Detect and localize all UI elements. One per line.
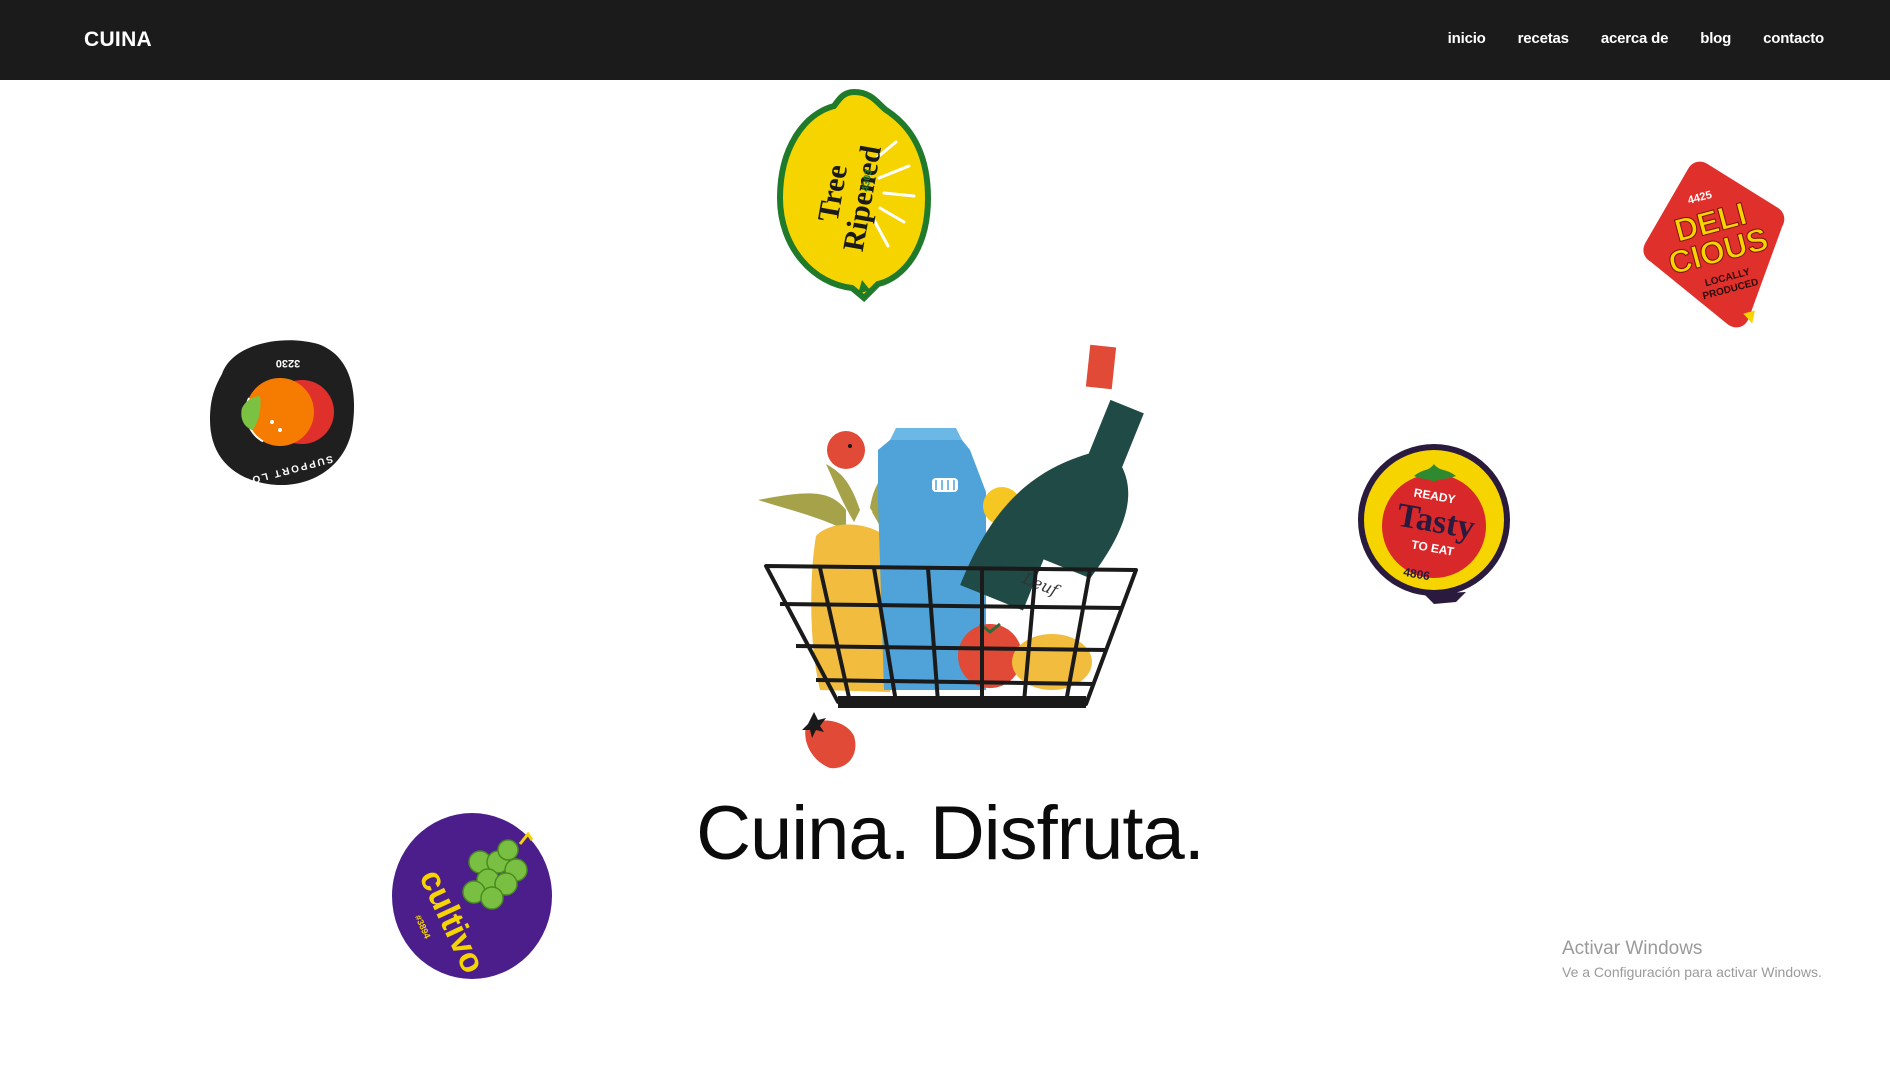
top-navbar: CUINA inicio recetas acerca de blog cont… <box>0 0 1890 80</box>
windows-activation-watermark: Activar Windows Ve a Configuración para … <box>1562 938 1822 980</box>
orange-code: 3230 <box>276 357 300 369</box>
watermark-subtitle: Ve a Configuración para activar Windows. <box>1562 964 1822 980</box>
tomato-sticker: READY Tasty TO EAT 4806 <box>1358 444 1510 604</box>
nav-item-acerca-de[interactable]: acerca de <box>1601 30 1669 47</box>
nav-item-inicio[interactable]: inicio <box>1448 30 1486 47</box>
nav-item-blog[interactable]: blog <box>1700 30 1731 47</box>
main-nav: inicio recetas acerca de blog contacto <box>1416 30 1825 47</box>
hero-title: Cuina. Disfruta. <box>696 791 1205 876</box>
lemon-sticker: Tree Ripened 4303 <box>776 88 932 302</box>
watermark-title: Activar Windows <box>1562 938 1703 959</box>
orange-sticker: 3230 SUPPORT LOCAL <box>210 340 355 490</box>
nav-item-contacto[interactable]: contacto <box>1763 30 1824 47</box>
brand-logo[interactable]: CUINA <box>84 28 152 52</box>
grocery-basket-illustration: Leuf <box>758 344 1144 769</box>
delicious-sticker: 4425 DELI CIOUS LOCALLY PRODUCED <box>1643 161 1785 328</box>
nav-item-recetas[interactable]: recetas <box>1518 30 1569 47</box>
